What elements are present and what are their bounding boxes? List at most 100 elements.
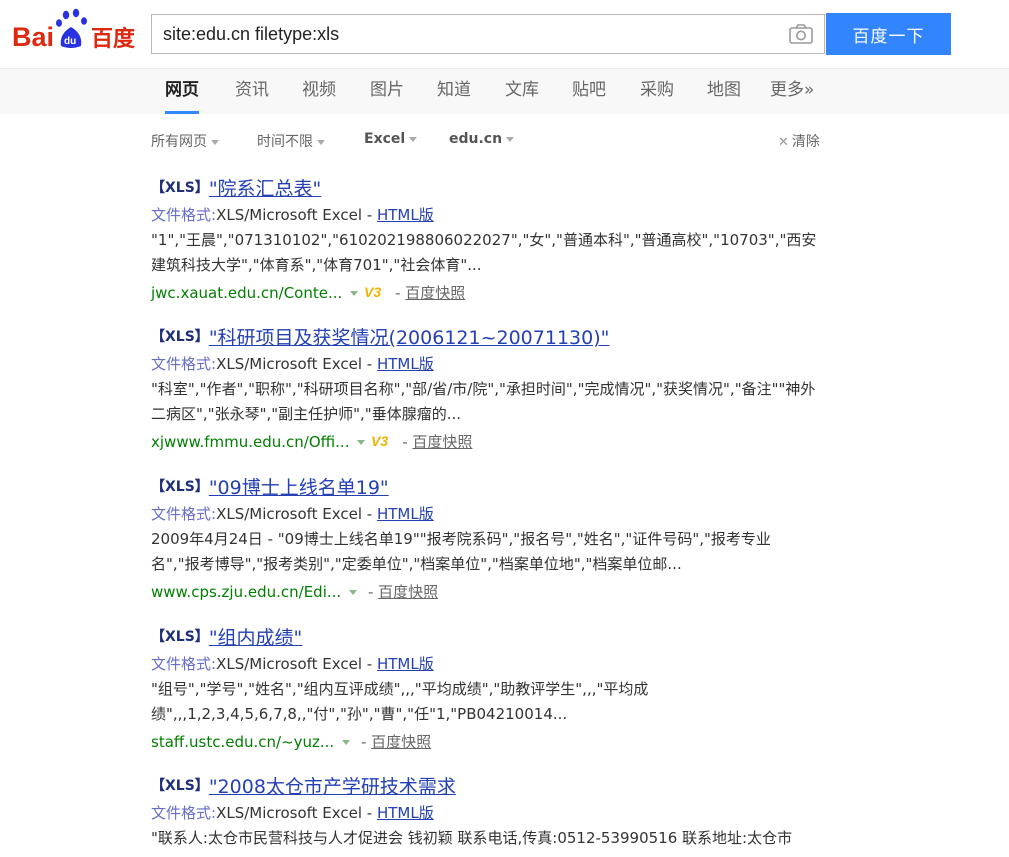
format-value: XLS/Microsoft Excel - — [216, 804, 377, 822]
html-version-link[interactable]: HTML版 — [377, 505, 434, 523]
cache-link[interactable]: 百度快照 — [378, 583, 438, 601]
result-file-format: 文件格式:XLS/Microsoft Excel - HTML版 — [151, 653, 434, 674]
result-url-line: jwc.xauat.edu.cn/Conte... V3 - 百度快照 — [151, 282, 465, 303]
result-title-link[interactable]: "科研项目及获奖情况(2006121~20071130)" — [209, 327, 610, 349]
filter-all-pages[interactable]: 所有网页 — [151, 131, 219, 151]
filter-all-pages-label: 所有网页 — [151, 134, 207, 150]
cache-link[interactable]: 百度快照 — [405, 284, 465, 302]
filter-time-label: 时间不限 — [257, 134, 313, 150]
result-title-link[interactable]: "09博士上线名单19" — [209, 477, 389, 499]
format-value: XLS/Microsoft Excel - — [216, 655, 377, 673]
v3-badge-text: V3 — [371, 433, 388, 449]
chevron-down-icon — [506, 136, 515, 142]
result-title: 【XLS】"院系汇总表" — [151, 174, 321, 200]
result-url[interactable]: www.cps.zju.edu.cn/Edi... — [151, 583, 341, 601]
search-result: 【XLS】"院系汇总表" 文件格式:XLS/Microsoft Excel - … — [151, 174, 831, 304]
svg-text:du: du — [64, 36, 76, 47]
camera-icon[interactable] — [789, 24, 813, 44]
search-input[interactable] — [152, 15, 772, 53]
tab-tieba[interactable]: 贴吧 — [572, 69, 606, 114]
filter-format[interactable]: Excel — [364, 131, 418, 147]
format-label: 文件格式: — [151, 655, 217, 673]
search-result: 【XLS】"2008太仓市产学研技术需求 文件格式:XLS/Microsoft … — [151, 772, 831, 857]
xls-tag: 【XLS】 — [151, 180, 209, 196]
search-filters: 所有网页 时间不限 Excel edu.cn ✕ 清除 — [151, 131, 831, 153]
cache-link[interactable]: 百度快照 — [412, 433, 472, 451]
format-label: 文件格式: — [151, 355, 217, 373]
result-title: 【XLS】"组内成绩" — [151, 623, 302, 649]
result-title-link[interactable]: "院系汇总表" — [209, 178, 321, 200]
result-title: 【XLS】"2008太仓市产学研技术需求 — [151, 772, 456, 798]
tab-images[interactable]: 图片 — [370, 69, 404, 114]
result-url-line: xjwww.fmmu.edu.cn/Offi... V3 - 百度快照 — [151, 431, 472, 452]
xls-tag: 【XLS】 — [151, 778, 209, 794]
cache-separator: - — [363, 583, 379, 601]
result-url-line: staff.ustc.edu.cn/~yuz... - 百度快照 — [151, 731, 431, 752]
search-result: 【XLS】"组内成绩" 文件格式:XLS/Microsoft Excel - H… — [151, 623, 831, 753]
result-file-format: 文件格式:XLS/Microsoft Excel - HTML版 — [151, 503, 434, 524]
format-value: XLS/Microsoft Excel - — [216, 206, 377, 224]
result-file-format: 文件格式:XLS/Microsoft Excel - HTML版 — [151, 204, 434, 225]
close-icon: ✕ — [778, 135, 789, 150]
cache-separator: - — [356, 733, 372, 751]
result-snippet: 2009年4月24日 - "09博士上线名单19""报考院系码","报名号","… — [151, 530, 771, 573]
xls-tag: 【XLS】 — [151, 479, 209, 495]
cache-link[interactable]: 百度快照 — [371, 733, 431, 751]
chevron-down-icon[interactable] — [342, 740, 351, 745]
cache-separator: - — [397, 433, 413, 451]
format-value: XLS/Microsoft Excel - — [216, 505, 377, 523]
chevron-down-icon[interactable] — [349, 590, 358, 595]
html-version-link[interactable]: HTML版 — [377, 804, 434, 822]
format-label: 文件格式: — [151, 206, 217, 224]
tab-video[interactable]: 视频 — [302, 69, 336, 114]
result-url[interactable]: staff.ustc.edu.cn/~yuz... — [151, 733, 334, 751]
svg-text:Bai: Bai — [12, 22, 54, 52]
html-version-link[interactable]: HTML版 — [377, 655, 434, 673]
header: Bai du 百度 百度一下 — [0, 0, 1009, 68]
clear-filter-button[interactable]: ✕ 清除 — [778, 131, 820, 151]
chevron-down-icon — [317, 139, 325, 145]
result-title-link[interactable]: "组内成绩" — [209, 627, 302, 649]
result-file-format: 文件格式:XLS/Microsoft Excel - HTML版 — [151, 802, 434, 823]
xls-tag: 【XLS】 — [151, 629, 209, 645]
v3-badge-icon[interactable]: V3 — [371, 433, 397, 449]
result-title: 【XLS】"科研项目及获奖情况(2006121~20071130)" — [151, 323, 609, 349]
filter-site-label: edu.cn — [449, 131, 503, 147]
filter-format-label: Excel — [364, 131, 406, 147]
format-label: 文件格式: — [151, 505, 217, 523]
tab-web[interactable]: 网页 — [165, 69, 199, 114]
search-box — [151, 14, 825, 54]
xls-tag: 【XLS】 — [151, 329, 209, 345]
result-url[interactable]: jwc.xauat.edu.cn/Conte... — [151, 284, 342, 302]
cache-separator: - — [390, 284, 406, 302]
v3-badge-icon[interactable]: V3 — [364, 284, 390, 300]
html-version-link[interactable]: HTML版 — [377, 206, 434, 224]
result-file-format: 文件格式:XLS/Microsoft Excel - HTML版 — [151, 353, 434, 374]
search-result: 【XLS】"科研项目及获奖情况(2006121~20071130)" 文件格式:… — [151, 323, 831, 453]
result-url-line: www.cps.zju.edu.cn/Edi... - 百度快照 — [151, 581, 438, 602]
chevron-down-icon[interactable] — [350, 291, 359, 296]
tab-news[interactable]: 资讯 — [235, 69, 269, 114]
result-snippet: "组号","学号","姓名","组内互评成绩",,,"平均成绩","助教评学生"… — [151, 680, 649, 723]
chevron-down-icon[interactable] — [357, 440, 366, 445]
html-version-link[interactable]: HTML版 — [377, 355, 434, 373]
tab-zhidao[interactable]: 知道 — [437, 69, 471, 114]
filter-site[interactable]: edu.cn — [449, 131, 515, 147]
result-title: 【XLS】"09博士上线名单19" — [151, 473, 389, 499]
result-url[interactable]: xjwww.fmmu.edu.cn/Offi... — [151, 433, 349, 451]
result-snippet: "1","王晨","071310102","610202198806022027… — [151, 231, 817, 274]
tab-purchase[interactable]: 采购 — [640, 69, 674, 114]
tab-more[interactable]: 更多» — [770, 69, 814, 114]
tab-map[interactable]: 地图 — [707, 69, 741, 114]
svg-text:百度: 百度 — [91, 26, 136, 52]
result-title-link[interactable]: "2008太仓市产学研技术需求 — [209, 776, 456, 798]
result-snippet: "科室","作者","职称","科研项目名称","部/省/市/院","承担时间"… — [151, 380, 816, 423]
result-snippet: "联系人:太仓市民营科技与人才促进会 钱初颖 联系电话,传真:0512-5399… — [151, 829, 793, 847]
format-label: 文件格式: — [151, 804, 217, 822]
filter-time[interactable]: 时间不限 — [257, 131, 325, 151]
tab-wenku[interactable]: 文库 — [505, 69, 539, 114]
baidu-logo[interactable]: Bai du 百度 — [12, 6, 142, 56]
search-button[interactable]: 百度一下 — [826, 13, 951, 55]
clear-filter-label: 清除 — [791, 134, 820, 150]
format-value: XLS/Microsoft Excel - — [216, 355, 377, 373]
